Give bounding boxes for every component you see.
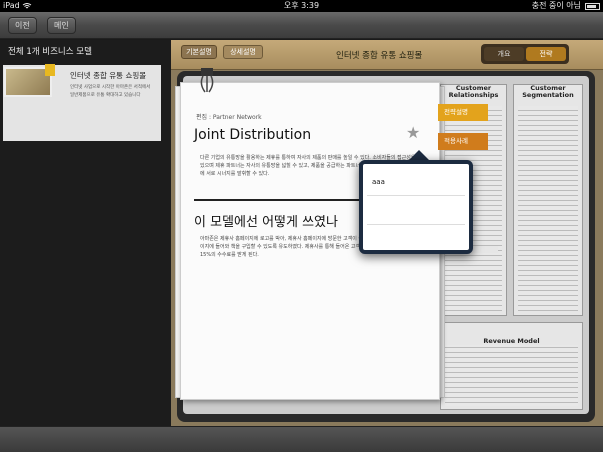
popover-menu: aaa [359,160,473,254]
clock: 오후 3:39 [283,1,320,10]
popover-row[interactable] [367,226,465,254]
case-ribbon-tab[interactable]: 적용사례 [438,133,488,150]
popover-row[interactable] [367,197,465,225]
strategy-ribbon-tab[interactable]: 전략설명 [438,104,488,121]
card-lines [445,338,578,406]
battery-status: 충전 중이 아님 [531,1,581,10]
document-title: Joint Distribution [194,127,312,143]
status-bar: iPad 오후 3:39 충전 중이 아님 [0,0,603,12]
revenue-model-title: Revenue Model [445,338,578,345]
customer-segmentation-title: Customer Segmentation [522,84,574,99]
card-lines [518,106,578,311]
model-thumbnail [4,64,55,97]
model-list-pane: 전체 1개 비즈니스 모델 인터넷 종합 유통 쇼핑몰 인터넷 사업으로 시작한… [0,40,171,426]
binder-clip-icon [200,68,214,93]
main-button[interactable]: 메인 [47,17,76,34]
customer-relationships-title: Customer Relationships [448,84,499,99]
battery-icon [585,3,600,10]
model-count-title: 전체 1개 비즈니스 모델 [8,47,92,57]
popover-arrow [409,150,429,160]
top-toolbar: 이전 메인 [0,12,603,39]
back-button[interactable]: 이전 [8,17,37,34]
tab-basic[interactable]: 기본설명 [181,45,217,59]
segment-strategy[interactable]: 전략 [526,47,566,61]
view-segmented-control: 개요 전략 [481,44,569,64]
detail-header: 기본설명 상세설명 인터넷 종합 유통 쇼핑몰 개요 전략 [171,40,603,70]
favorite-star-icon[interactable]: ★ [406,125,420,141]
page-title: 인터넷 종합 유통 쇼핑몰 [336,51,423,61]
document-category: 편집 : Partner Network [196,114,262,121]
list-item-description: 인터넷 사업으로 시작한 아마존은 서적에서 일반제품으로 유통 확대하고 있습… [70,85,151,98]
bottom-toolbar [0,426,603,452]
document-subtitle: 이 모델에선 어떻게 쓰였나 [194,215,338,230]
list-item-title: 인터넷 종합 유통 쇼핑몰 [70,71,147,80]
popover-row[interactable]: aaa [367,168,465,196]
segment-overview[interactable]: 개요 [484,47,524,61]
tab-detail[interactable]: 상세설명 [223,45,263,59]
